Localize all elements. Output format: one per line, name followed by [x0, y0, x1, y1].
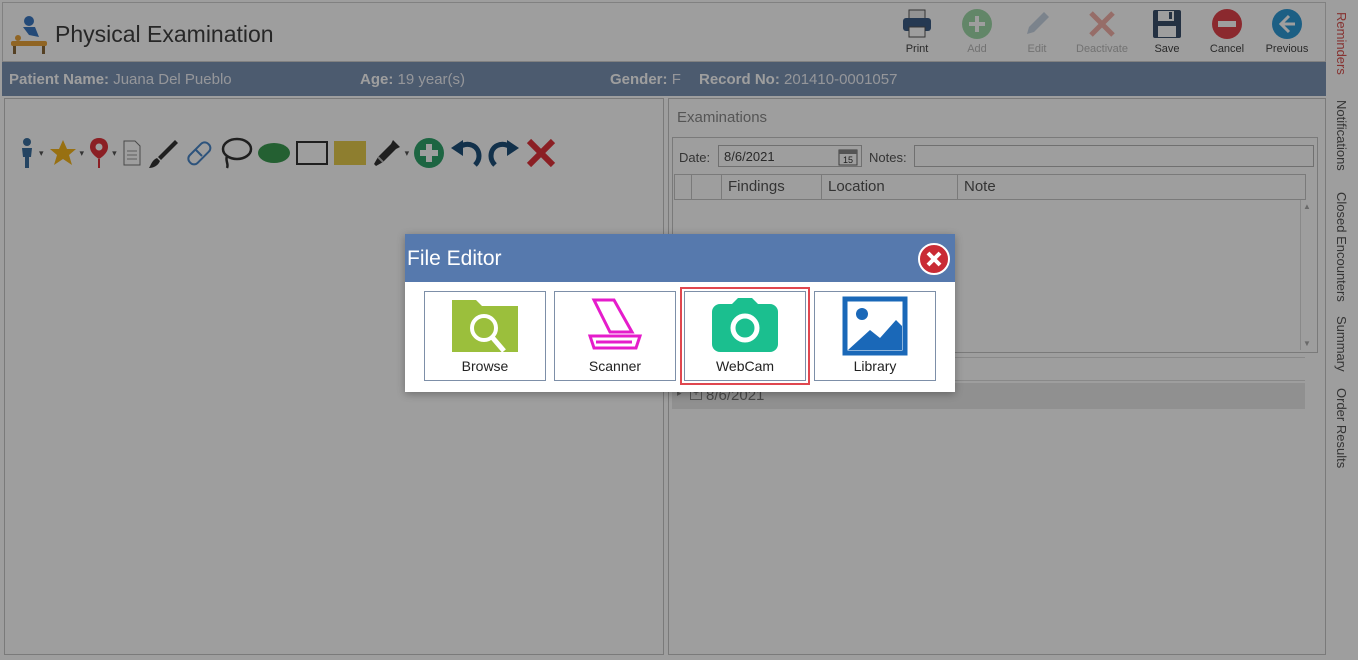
- scanner-button[interactable]: Scanner: [554, 291, 676, 381]
- image-library-icon: [815, 296, 935, 356]
- library-label: Library: [853, 358, 897, 374]
- webcam-label: WebCam: [715, 358, 775, 374]
- dialog-title: File Editor: [407, 247, 502, 270]
- scanner-label: Scanner: [588, 358, 642, 374]
- file-source-options: Browse Scanner WebCam Library: [424, 287, 944, 385]
- folder-search-icon: [425, 296, 545, 356]
- scanner-icon: [555, 296, 675, 356]
- browse-label: Browse: [461, 358, 509, 374]
- close-icon[interactable]: [917, 242, 951, 276]
- library-button[interactable]: Library: [814, 291, 936, 381]
- file-editor-dialog: File Editor Browse Scanner WebCam Librar…: [405, 234, 955, 392]
- camera-icon: [685, 296, 805, 356]
- dialog-titlebar: File Editor: [405, 234, 955, 282]
- app-window: Physical Examination Print Add Edit Deac…: [0, 0, 1358, 660]
- webcam-button[interactable]: WebCam: [680, 287, 810, 385]
- browse-button[interactable]: Browse: [424, 291, 546, 381]
